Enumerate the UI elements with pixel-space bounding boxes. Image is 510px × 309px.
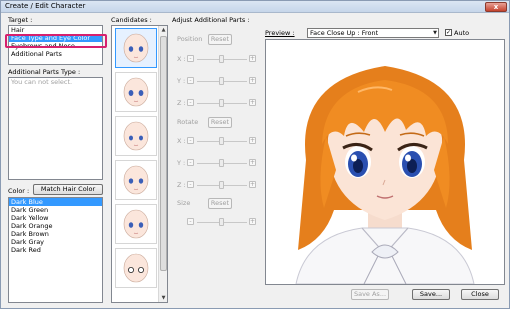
title-bar: Create / Edit Character x bbox=[1, 1, 509, 13]
slider-knob[interactable] bbox=[219, 159, 224, 167]
preview-view-select[interactable]: Face Close Up : Front ▼ bbox=[307, 28, 439, 38]
minus-icon[interactable]: - bbox=[187, 181, 194, 188]
size-reset-button[interactable]: Reset bbox=[208, 198, 232, 209]
window-title: Create / Edit Character bbox=[5, 2, 86, 10]
candidates-label: Candidates : bbox=[111, 16, 152, 24]
color-item[interactable]: Dark Green bbox=[9, 206, 102, 214]
close-window-button[interactable]: x bbox=[485, 2, 507, 12]
size-slider[interactable]: - + bbox=[177, 217, 261, 227]
plus-icon[interactable]: + bbox=[249, 218, 256, 225]
candidate-face-thumbnail[interactable] bbox=[115, 204, 157, 244]
color-item[interactable]: Dark Blue bbox=[9, 198, 102, 206]
selection-highlight-frame bbox=[5, 34, 107, 48]
scroll-up-icon[interactable]: ▲ bbox=[160, 26, 167, 34]
axis-label: X : bbox=[177, 55, 186, 63]
position-reset-button[interactable]: Reset bbox=[208, 34, 232, 45]
save-as-button[interactable]: Save As... bbox=[351, 289, 389, 300]
plus-icon[interactable]: + bbox=[249, 99, 256, 106]
scroll-thumb[interactable] bbox=[160, 36, 167, 271]
color-item[interactable]: Dark Gray bbox=[9, 238, 102, 246]
axis-label: X : bbox=[177, 137, 186, 145]
slider-knob[interactable] bbox=[219, 99, 224, 107]
rotate-y-slider[interactable]: Y : - + bbox=[177, 158, 261, 168]
right-eye-highlight bbox=[405, 154, 411, 162]
minus-icon[interactable]: - bbox=[187, 55, 194, 62]
plus-icon[interactable]: + bbox=[249, 159, 256, 166]
candidate-face-thumbnail[interactable] bbox=[115, 28, 157, 68]
size-label: Size bbox=[177, 199, 191, 207]
preview-label: Preview : bbox=[265, 29, 295, 37]
axis-label: Z : bbox=[177, 99, 186, 107]
position-z-slider[interactable]: Z : - + bbox=[177, 98, 261, 108]
minus-icon[interactable]: - bbox=[187, 77, 194, 84]
create-edit-character-window: Create / Edit Character x Target : Hair … bbox=[0, 0, 510, 309]
rotate-label: Rotate bbox=[177, 118, 199, 126]
candidate-face-thumbnail[interactable] bbox=[115, 248, 157, 288]
slider-knob[interactable] bbox=[219, 218, 224, 226]
additional-parts-type-label: Additional Parts Type : bbox=[8, 68, 81, 76]
match-hair-color-button[interactable]: Match Hair Color bbox=[33, 184, 103, 195]
color-item[interactable]: Dark Orange bbox=[9, 222, 102, 230]
candidate-face-thumbnail[interactable] bbox=[115, 116, 157, 156]
candidates-scrollbar[interactable]: ▲ ▼ bbox=[158, 26, 167, 302]
chevron-down-icon[interactable]: ▼ bbox=[433, 29, 437, 37]
target-item-additional-parts[interactable]: Additional Parts bbox=[9, 50, 102, 58]
color-item[interactable]: Dark Brown bbox=[9, 230, 102, 238]
rotate-z-slider[interactable]: Z : - + bbox=[177, 180, 261, 190]
save-button[interactable]: Save... bbox=[412, 289, 450, 300]
adjust-parts-label: Adjust Additional Parts : bbox=[172, 16, 250, 24]
slider-knob[interactable] bbox=[219, 77, 224, 85]
additional-parts-message: You can not select. bbox=[11, 78, 73, 86]
candidate-face-thumbnail[interactable] bbox=[115, 160, 157, 200]
color-list[interactable]: Dark Blue Dark Green Dark Yellow Dark Or… bbox=[8, 197, 103, 303]
target-label: Target : bbox=[8, 16, 33, 24]
slider-knob[interactable] bbox=[219, 55, 224, 63]
plus-icon[interactable]: + bbox=[249, 77, 256, 84]
candidates-list[interactable]: ▲ ▼ bbox=[111, 25, 168, 303]
position-y-slider[interactable]: Y : - + bbox=[177, 76, 261, 86]
rotate-x-slider[interactable]: X : - + bbox=[177, 136, 261, 146]
character-preview[interactable] bbox=[265, 39, 505, 285]
candidate-face-thumbnail[interactable] bbox=[115, 72, 157, 112]
additional-parts-type-list[interactable]: You can not select. bbox=[8, 77, 103, 180]
scroll-down-icon[interactable]: ▼ bbox=[160, 294, 167, 302]
target-item-hair[interactable]: Hair bbox=[9, 26, 102, 34]
plus-icon[interactable]: + bbox=[249, 137, 256, 144]
close-button[interactable]: Close bbox=[461, 289, 499, 300]
slider-knob[interactable] bbox=[219, 181, 224, 189]
left-eye-highlight bbox=[351, 154, 357, 162]
rotate-reset-button[interactable]: Reset bbox=[208, 117, 232, 128]
character-preview-image bbox=[295, 66, 475, 284]
position-label: Position bbox=[177, 35, 203, 43]
minus-icon[interactable]: - bbox=[187, 218, 194, 225]
axis-label: Y : bbox=[177, 77, 186, 85]
slider-knob[interactable] bbox=[219, 137, 224, 145]
minus-icon[interactable]: - bbox=[187, 159, 194, 166]
plus-icon[interactable]: + bbox=[249, 55, 256, 62]
color-item[interactable]: Dark Yellow bbox=[9, 214, 102, 222]
minus-icon[interactable]: - bbox=[187, 137, 194, 144]
minus-icon[interactable]: - bbox=[187, 99, 194, 106]
axis-label: Z : bbox=[177, 181, 186, 189]
auto-label: Auto bbox=[454, 29, 470, 37]
preview-view-value: Face Close Up : Front bbox=[310, 29, 379, 37]
auto-checkbox[interactable]: ✓ bbox=[445, 29, 452, 36]
axis-label: Y : bbox=[177, 159, 186, 167]
plus-icon[interactable]: + bbox=[249, 181, 256, 188]
position-x-slider[interactable]: X : - + bbox=[177, 54, 261, 64]
color-label: Color : bbox=[8, 187, 30, 195]
color-item[interactable]: Dark Red bbox=[9, 246, 102, 254]
